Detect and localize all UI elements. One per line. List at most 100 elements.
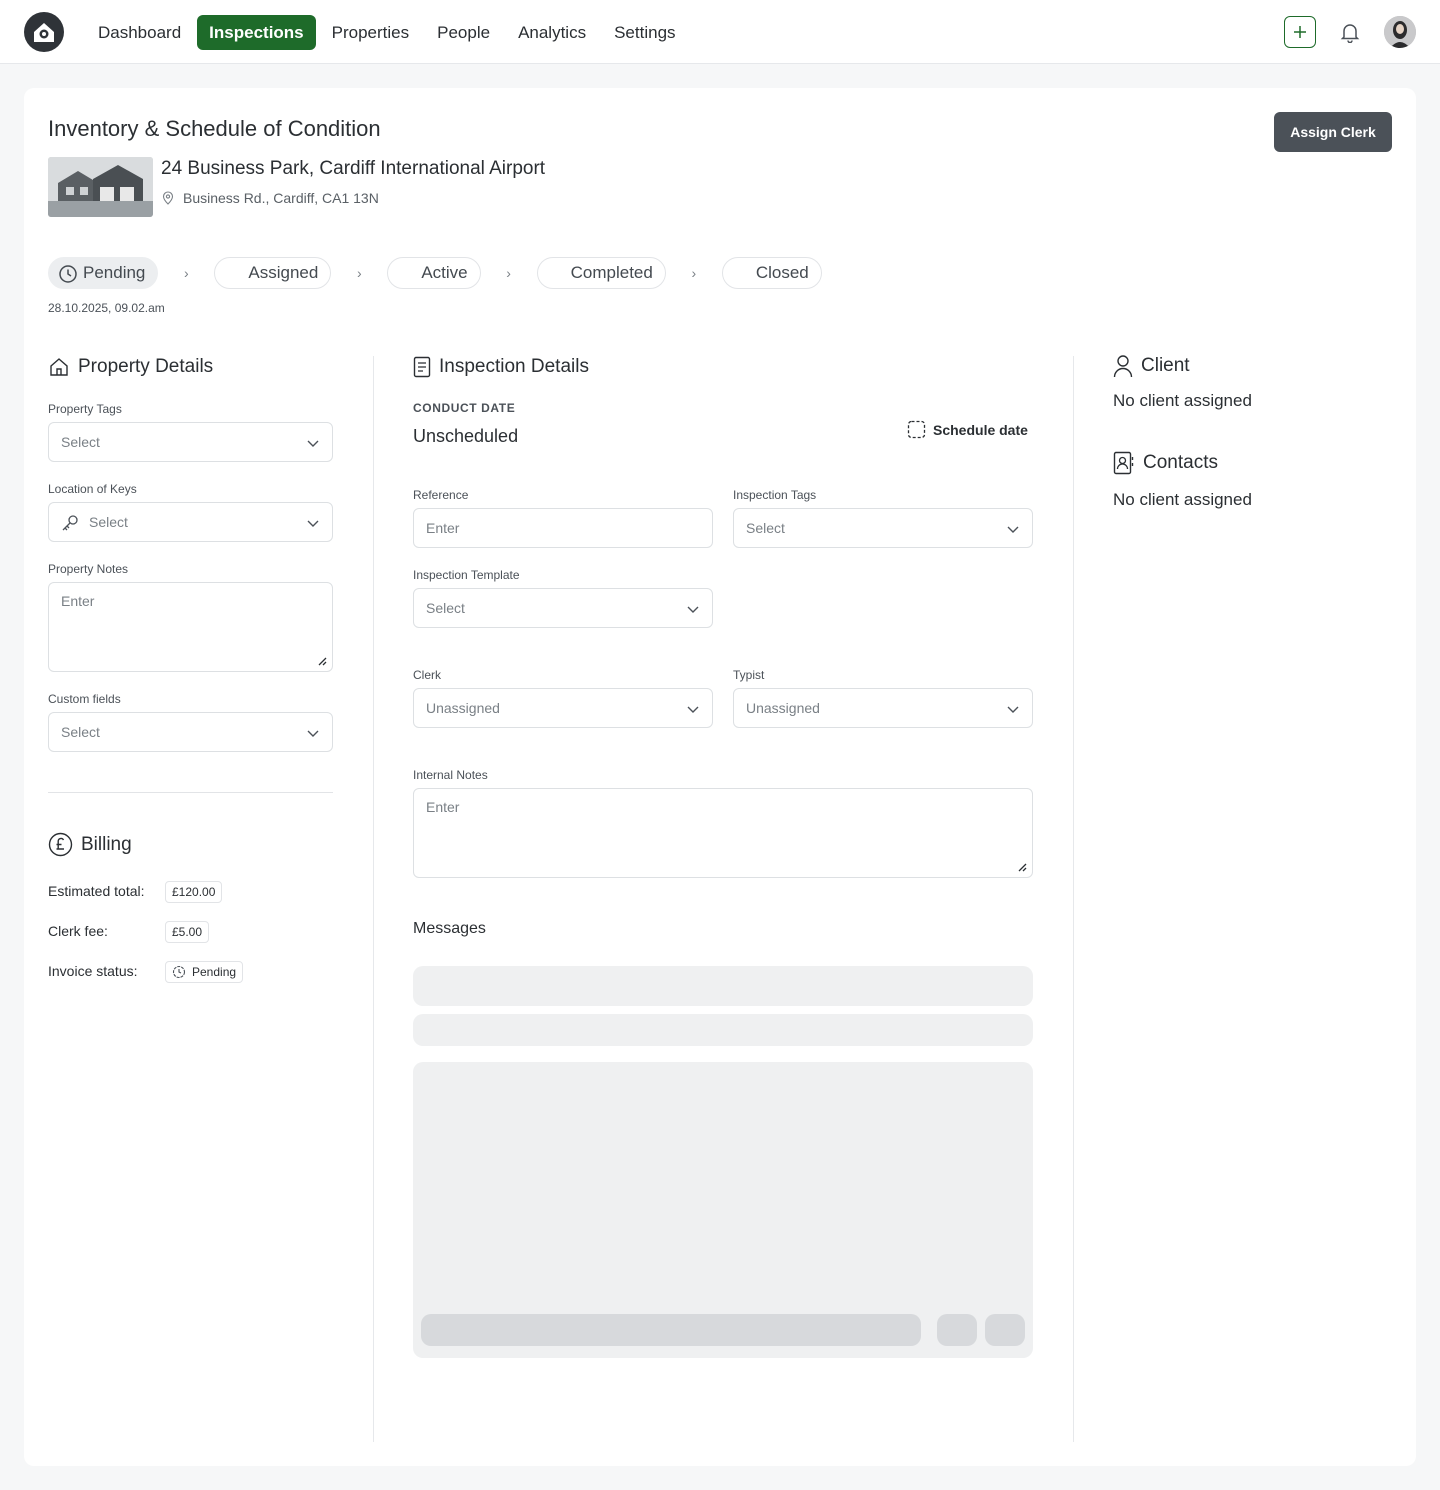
status-pipeline: Pending › Assigned › Active › Completed … — [48, 257, 822, 289]
message-input-skeleton — [421, 1314, 921, 1346]
property-name[interactable]: 24 Business Park, Cardiff International … — [161, 158, 545, 180]
main-nav: Dashboard Inspections Properties People … — [86, 15, 688, 50]
clock-icon — [59, 265, 77, 283]
chevron-down-icon — [687, 606, 699, 613]
status-step-completed[interactable]: Completed — [536, 257, 666, 289]
select-value: Unassigned — [746, 700, 820, 716]
select-value: Select — [426, 600, 465, 616]
reference-label: Reference — [413, 488, 469, 502]
chevron-down-icon — [1007, 706, 1019, 713]
chip-text: £5.00 — [172, 925, 203, 939]
send-button-skeleton — [985, 1314, 1025, 1346]
plus-icon — [1294, 26, 1306, 38]
location-pin-icon — [162, 191, 174, 205]
section-title: Client — [1141, 355, 1190, 376]
pending-clock-icon — [172, 965, 186, 979]
messages-heading: Messages — [413, 920, 486, 937]
contact-book-icon — [1113, 451, 1134, 475]
reference-input[interactable]: Enter — [413, 508, 713, 548]
contacts-empty-text: No client assigned — [1113, 490, 1252, 509]
column-divider — [373, 356, 374, 1442]
typist-select[interactable]: Unassigned — [733, 688, 1033, 728]
chip-text: £120.00 — [172, 885, 216, 899]
schedule-date-label: Schedule date — [933, 421, 1028, 438]
chevron-down-icon — [307, 730, 319, 737]
house-icon — [50, 358, 68, 376]
status-step-closed[interactable]: Closed — [721, 257, 822, 289]
section-title: Billing — [81, 833, 132, 855]
nav-dashboard[interactable]: Dashboard — [86, 15, 193, 50]
property-thumbnail — [48, 157, 153, 217]
page-title: Inventory & Schedule of Condition — [48, 116, 381, 141]
client-heading: Client — [1113, 354, 1190, 378]
clerk-label: Clerk — [413, 668, 442, 682]
section-divider — [48, 792, 333, 793]
chevron-down-icon — [307, 520, 319, 527]
conduct-date-value: Unscheduled — [413, 426, 519, 446]
conduct-date-label: CONDUCT DATE — [413, 401, 516, 415]
user-avatar[interactable] — [1384, 16, 1416, 48]
textarea-placeholder: Enter — [426, 799, 460, 815]
inspection-template-select[interactable]: Select — [413, 588, 713, 628]
inspection-details-heading: Inspection Details — [413, 356, 589, 378]
resize-handle-icon[interactable] — [317, 656, 327, 666]
calendar-dashed-icon — [907, 420, 926, 439]
assign-clerk-button[interactable]: Assign Clerk — [1274, 112, 1392, 152]
pound-icon — [48, 832, 73, 857]
chevron-down-icon — [1007, 526, 1019, 533]
document-icon — [413, 356, 431, 378]
estimated-total-label: Estimated total: — [48, 883, 145, 899]
message-skeleton — [413, 1014, 1033, 1046]
select-value: Select — [61, 434, 100, 450]
contacts-heading: Contacts — [1113, 451, 1218, 475]
notifications-bell-icon[interactable] — [1334, 16, 1366, 48]
inspection-tags-select[interactable]: Select — [733, 508, 1033, 548]
status-step-label: Active — [421, 263, 468, 282]
input-placeholder: Enter — [426, 520, 460, 536]
user-icon — [1113, 355, 1133, 378]
status-date: 28.10.2025, 09.02.am — [48, 301, 165, 315]
custom-fields-select[interactable]: Select — [48, 712, 333, 752]
nav-properties[interactable]: Properties — [320, 15, 421, 50]
nav-analytics[interactable]: Analytics — [506, 15, 598, 50]
resize-handle-icon[interactable] — [1017, 862, 1027, 872]
top-nav: Dashboard Inspections Properties People … — [0, 0, 1440, 64]
status-step-assigned[interactable]: Assigned — [214, 257, 332, 289]
keys-location-label: Location of Keys — [48, 482, 137, 496]
status-step-pending[interactable]: Pending — [48, 257, 159, 289]
section-title: Property Details — [78, 356, 214, 377]
property-address-text: Business Rd., Cardiff, CA1 13N — [183, 190, 379, 206]
property-tags-select[interactable]: Select — [48, 422, 333, 462]
home-logo-icon[interactable] — [24, 12, 64, 52]
internal-notes-label: Internal Notes — [413, 768, 488, 782]
chevron-right-icon: › — [184, 265, 189, 281]
select-value: Select — [89, 514, 128, 530]
chevron-right-icon: › — [356, 265, 362, 281]
client-empty-text: No client assigned — [1113, 391, 1252, 410]
internal-notes-textarea[interactable]: Enter — [413, 788, 1033, 878]
property-notes-label: Property Notes — [48, 562, 129, 576]
billing-heading: Billing — [48, 832, 132, 857]
column-divider — [1073, 356, 1074, 1442]
select-value: Select — [61, 724, 100, 740]
keys-location-select[interactable]: Select — [48, 502, 333, 542]
nav-people[interactable]: People — [425, 15, 502, 50]
section-title: Inspection Details — [439, 356, 589, 377]
clerk-fee-value: £5.00 — [165, 921, 210, 943]
clerk-select[interactable]: Unassigned — [413, 688, 713, 728]
chevron-right-icon: › — [691, 265, 697, 281]
inspection-template-label: Inspection Template — [413, 568, 520, 582]
add-new-button[interactable] — [1284, 16, 1316, 48]
nav-inspections[interactable]: Inspections — [197, 15, 316, 50]
property-notes-textarea[interactable]: Enter — [48, 582, 333, 672]
property-details-heading: Property Details — [48, 356, 213, 378]
schedule-date-button[interactable]: Schedule date — [907, 420, 1028, 439]
nav-settings[interactable]: Settings — [602, 15, 687, 50]
invoice-status-label: Invoice status: — [48, 963, 138, 979]
inspection-card: Inventory & Schedule of Condition Assign… — [24, 88, 1416, 1466]
inspection-tags-label: Inspection Tags — [733, 488, 817, 502]
key-icon — [62, 515, 78, 531]
textarea-placeholder: Enter — [61, 593, 95, 609]
select-value: Select — [746, 520, 785, 536]
status-step-active[interactable]: Active — [387, 257, 481, 289]
